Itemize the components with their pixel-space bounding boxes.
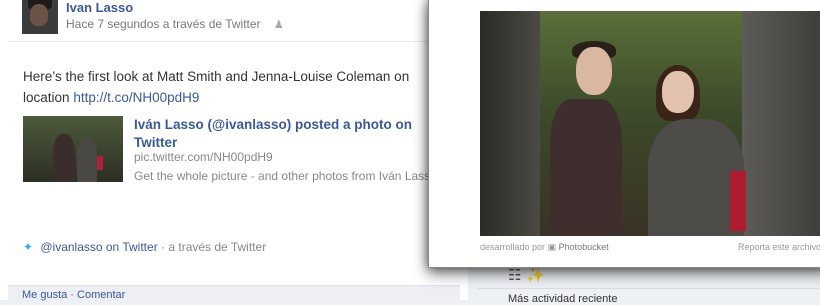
avatar[interactable] (22, 0, 58, 34)
post-source: ✦ @ivanlasso on Twitter · a través de Tw… (23, 240, 266, 254)
source-via: · a través de Twitter (157, 240, 267, 254)
like-comment-actions[interactable]: Me gusta · Comentar (22, 289, 125, 301)
share-domain: pic.twitter.com/NH00pdH9 (134, 150, 273, 164)
news-feed-story: Ivan Lasso Hace 7 segundos a través de T… (0, 0, 468, 301)
credit-prefix: desarrollado por (480, 242, 546, 252)
photobucket-link[interactable]: Photobucket (559, 242, 609, 252)
post-timestamp: Hace 7 segundos a través de Twitter (66, 17, 261, 31)
app-logo: ☷ ✨ (508, 266, 545, 284)
photo-lightbox: desarrollado por ▣ Photobucket Reporta e… (428, 0, 820, 268)
share-description: Get the whole picture - and other photos… (134, 169, 437, 183)
lightbox-photo[interactable] (480, 11, 820, 236)
recent-activity-label[interactable]: Más actividad reciente (508, 293, 617, 305)
post-link[interactable]: http://t.co/NH00pdH9 (73, 90, 199, 105)
photobucket-icon: ▣ (547, 242, 557, 252)
report-link[interactable]: Reporta este archivo (738, 242, 820, 252)
twitter-bird-icon: ✦ (23, 240, 34, 254)
divider (478, 288, 820, 289)
photo-credit: desarrollado por ▣ Photobucket (480, 242, 609, 253)
twitter-profile-link[interactable]: @ivanlasso on Twitter (40, 240, 157, 254)
post-body-cont: location (23, 90, 70, 105)
post-body: Here’s the first look at Matt Smith and … (23, 69, 410, 84)
shared-photo-thumbnail[interactable] (23, 116, 123, 182)
post-meta: Hace 7 segundos a través de Twitter ♟ (66, 17, 284, 31)
post-text: Here’s the first look at Matt Smith and … (23, 66, 463, 108)
audience-icon[interactable]: ♟ (274, 18, 284, 31)
divider (8, 41, 468, 42)
story-actions-bar: Me gusta · Comentar (8, 285, 460, 301)
right-column: ☷ ✨ Más actividad reciente (478, 266, 820, 305)
share-title[interactable]: Iván Lasso (@ivanlasso) posted a photo o… (134, 116, 434, 152)
avatar-face (30, 4, 48, 26)
author-name[interactable]: Ivan Lasso (66, 0, 133, 15)
